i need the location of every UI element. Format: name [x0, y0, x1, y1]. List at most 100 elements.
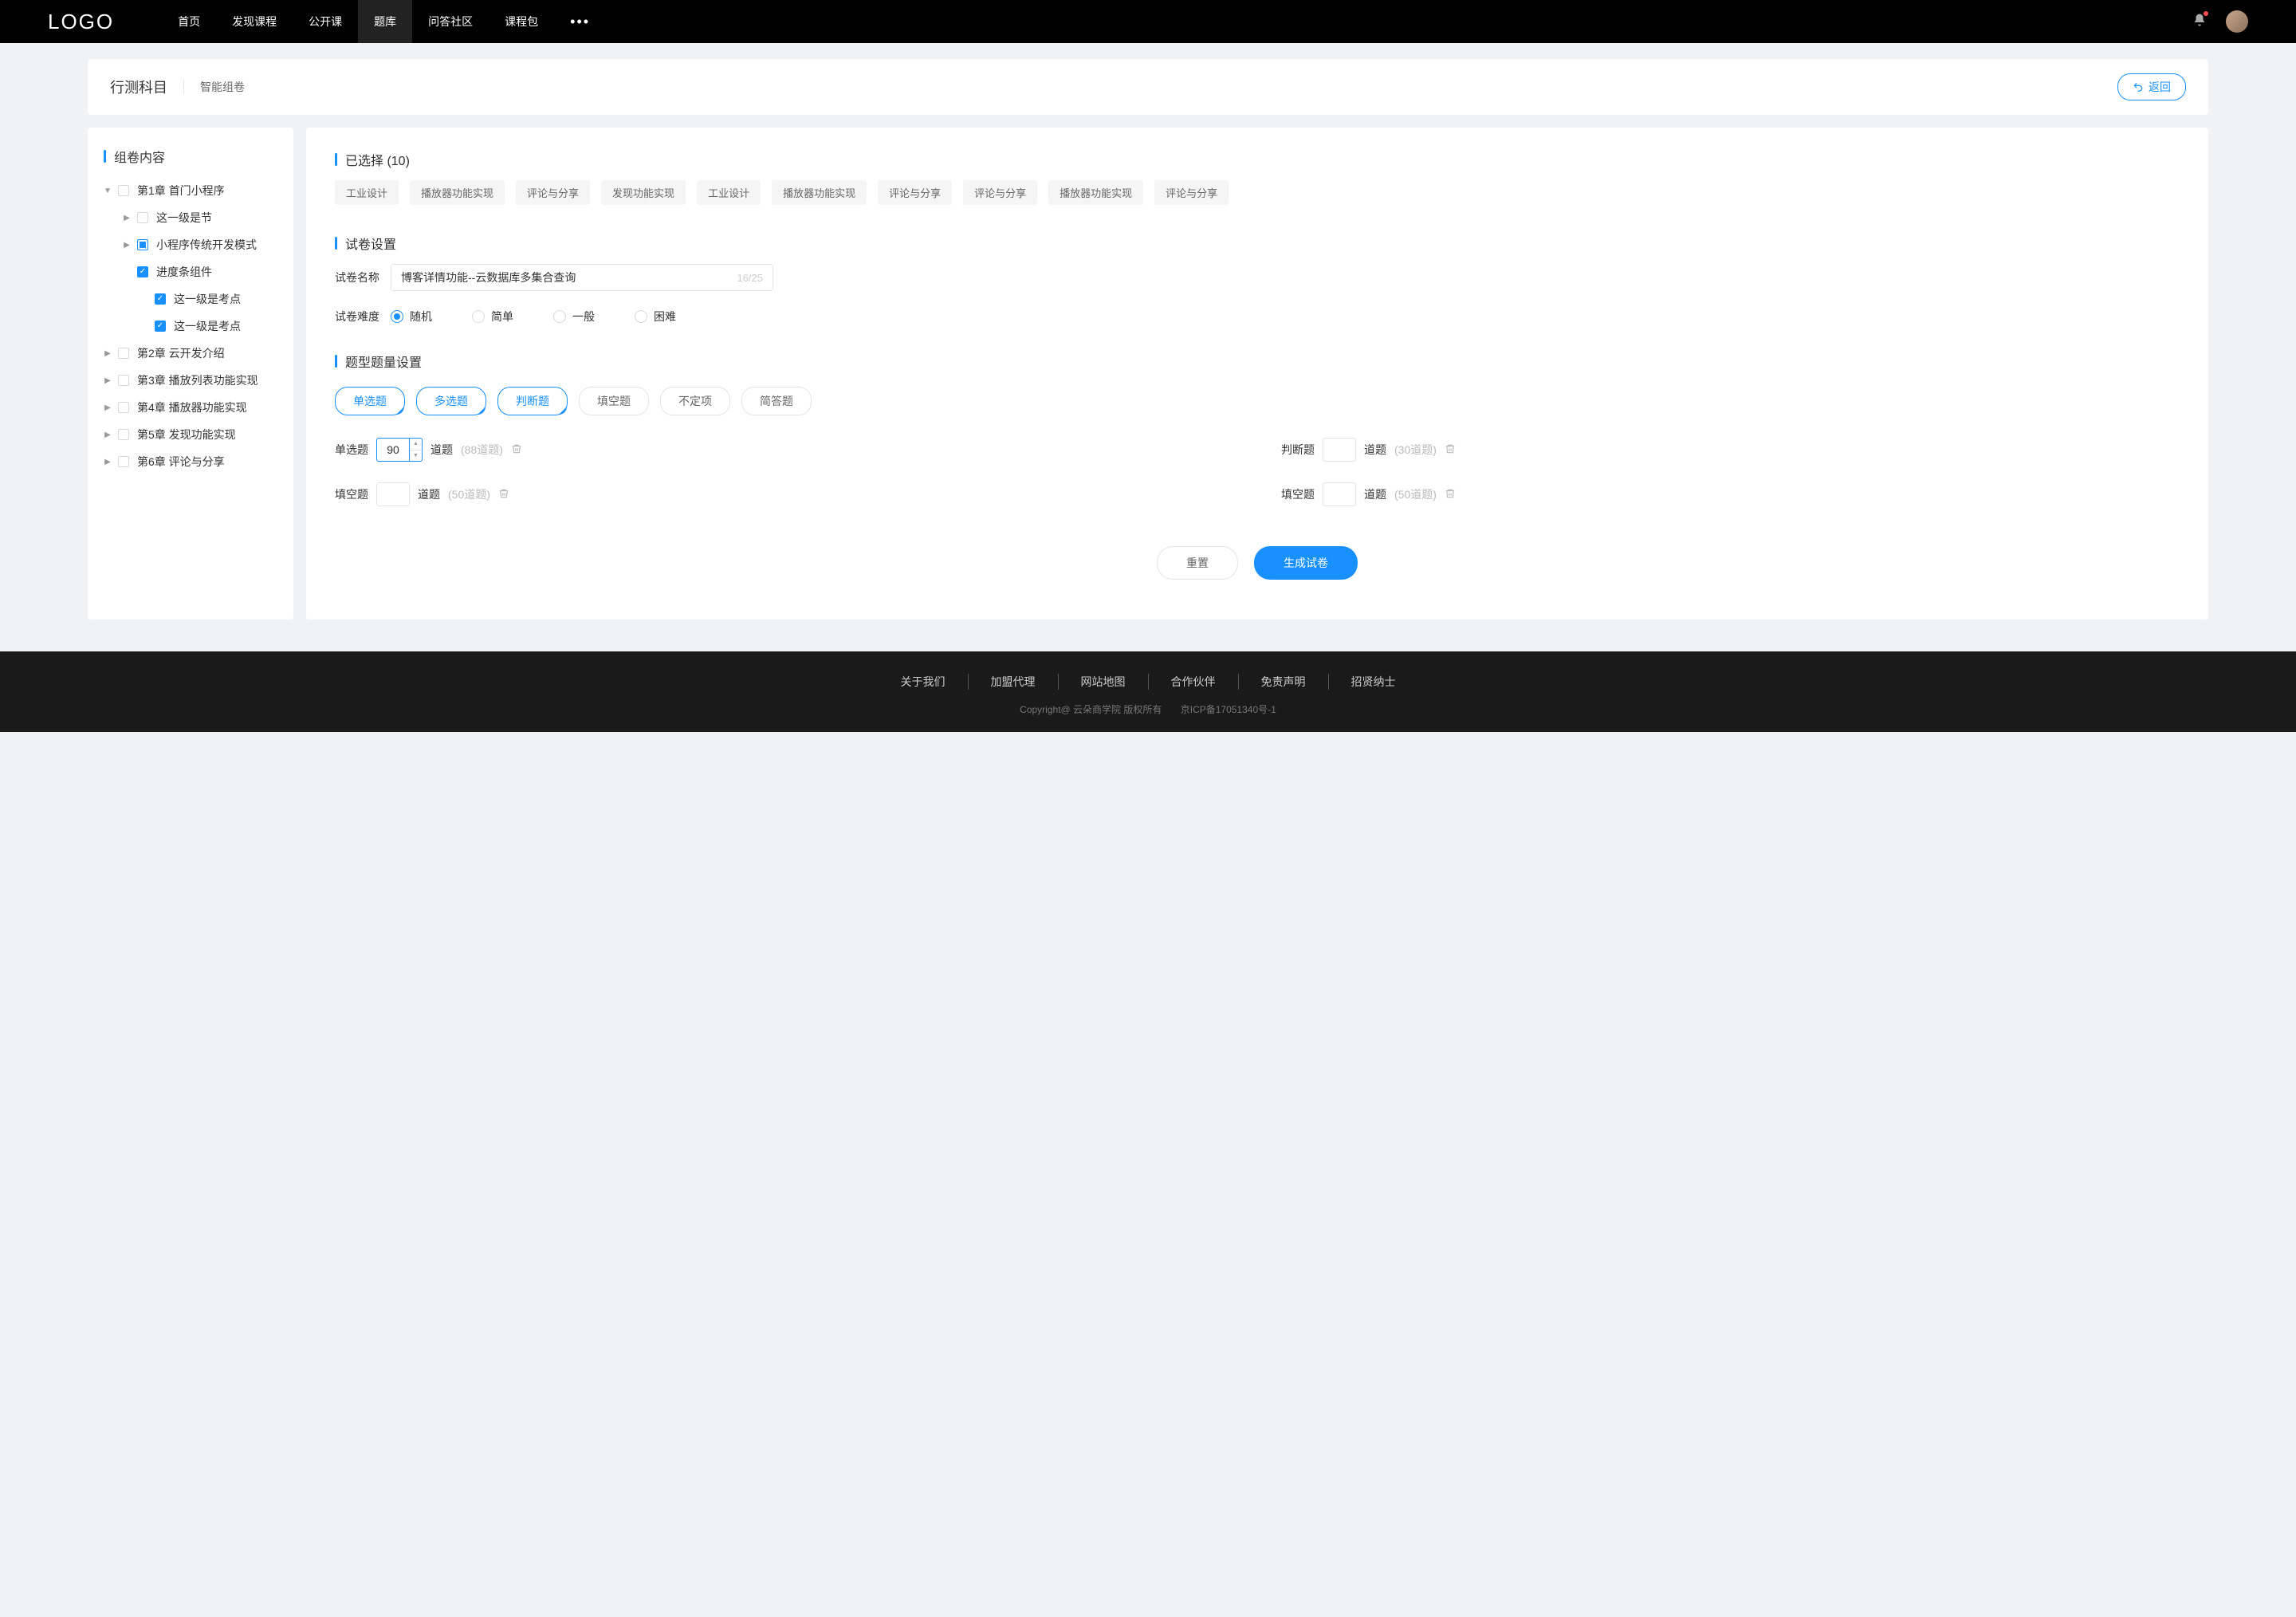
caret-right-icon: ▶ — [104, 376, 112, 385]
nav-item[interactable]: 发现课程 — [216, 0, 293, 43]
tree-node[interactable]: 这一级是考点 — [104, 313, 277, 340]
nav: 首页发现课程公开课题库问答社区课程包 — [162, 0, 554, 43]
footer-link[interactable]: 免责声明 — [1239, 674, 1329, 690]
checkbox[interactable] — [118, 402, 129, 413]
page-title: 行测科目 — [110, 77, 167, 97]
qty-input[interactable] — [1323, 482, 1356, 506]
tree-node[interactable]: 进度条组件 — [104, 258, 277, 285]
spinner-up-icon[interactable]: ▲ — [410, 439, 422, 450]
footer-link[interactable]: 网站地图 — [1059, 674, 1149, 690]
tree-node[interactable]: 这一级是考点 — [104, 285, 277, 313]
reset-button[interactable]: 重置 — [1157, 546, 1238, 580]
tree-label: 第5章 发现功能实现 — [137, 427, 236, 443]
selected-tag[interactable]: 播放器功能实现 — [772, 180, 867, 205]
qty-input[interactable] — [1323, 438, 1356, 462]
checkbox[interactable] — [137, 239, 148, 250]
paper-name-input[interactable] — [401, 271, 737, 284]
checkbox[interactable] — [155, 321, 166, 332]
footer-links: 关于我们加盟代理网站地图合作伙伴免责声明招贤纳士 — [0, 674, 2296, 690]
divider — [183, 80, 184, 94]
checkbox[interactable] — [118, 375, 129, 386]
checkbox[interactable] — [118, 429, 129, 440]
quantity-grid: 单选题▲▼道题(88道题)判断题道题(30道题)填空题道题(50道题)填空题道题… — [335, 438, 2180, 506]
generate-button[interactable]: 生成试卷 — [1254, 546, 1358, 580]
caret-right-icon: ▶ — [123, 241, 131, 250]
footer-icp: 京ICP备17051340号-1 — [1181, 704, 1276, 715]
difficulty-radio[interactable]: 一般 — [553, 309, 595, 325]
back-label: 返回 — [2149, 79, 2171, 95]
checkbox[interactable] — [155, 293, 166, 305]
quantity-row: 单选题▲▼道题(88道题) — [335, 438, 1233, 462]
type-pill[interactable]: 判断题 — [497, 387, 568, 415]
delete-icon[interactable] — [511, 443, 522, 457]
type-pill[interactable]: 简答题 — [741, 387, 812, 415]
type-pill[interactable]: 单选题 — [335, 387, 405, 415]
selected-tag[interactable]: 评论与分享 — [878, 180, 952, 205]
tree-node[interactable]: ▶第6章 评论与分享 — [104, 448, 277, 475]
tree-node[interactable]: ▶第2章 云开发介绍 — [104, 340, 277, 367]
notification-bell-icon[interactable] — [2192, 13, 2207, 31]
type-pill[interactable]: 多选题 — [416, 387, 486, 415]
checkbox[interactable] — [118, 348, 129, 359]
checkbox[interactable] — [118, 185, 129, 196]
caret-down-icon: ▼ — [104, 187, 112, 195]
delete-icon[interactable] — [1445, 488, 1456, 502]
selected-tag[interactable]: 工业设计 — [697, 180, 761, 205]
type-pill[interactable]: 填空题 — [579, 387, 649, 415]
tree-node[interactable]: ▶第3章 播放列表功能实现 — [104, 367, 277, 394]
selected-tag[interactable]: 工业设计 — [335, 180, 399, 205]
delete-icon[interactable] — [1445, 443, 1456, 457]
selected-tag[interactable]: 评论与分享 — [516, 180, 590, 205]
footer-link[interactable]: 合作伙伴 — [1149, 674, 1239, 690]
qty-input[interactable] — [376, 438, 410, 462]
footer-link[interactable]: 关于我们 — [879, 674, 969, 690]
types-title: 题型题量设置 — [345, 352, 422, 371]
selected-tag[interactable]: 评论与分享 — [1154, 180, 1229, 205]
selected-tag[interactable]: 评论与分享 — [963, 180, 1037, 205]
tree-label: 第4章 播放器功能实现 — [137, 399, 247, 415]
tree-node[interactable]: ▶第4章 播放器功能实现 — [104, 394, 277, 421]
nav-item[interactable]: 课程包 — [489, 0, 554, 43]
caret-right-icon: ▶ — [104, 349, 112, 358]
back-button[interactable]: 返回 — [2117, 73, 2186, 100]
qty-input[interactable] — [376, 482, 410, 506]
spinner-down-icon[interactable]: ▼ — [410, 450, 422, 462]
footer-link[interactable]: 加盟代理 — [969, 674, 1059, 690]
nav-item[interactable]: 题库 — [358, 0, 412, 43]
tree-node[interactable]: ▶这一级是节 — [104, 204, 277, 231]
selected-tag[interactable]: 播放器功能实现 — [1048, 180, 1143, 205]
type-pill[interactable]: 不定项 — [660, 387, 730, 415]
difficulty-radio-group: 随机 简单 一般 困难 — [391, 309, 676, 325]
footer-link[interactable]: 招贤纳士 — [1329, 674, 1418, 690]
section-accent — [335, 237, 337, 250]
nav-item[interactable]: 首页 — [162, 0, 216, 43]
tree-node[interactable]: ▼第1章 首门小程序 — [104, 177, 277, 204]
notification-dot — [2204, 11, 2208, 16]
tree-node[interactable]: ▶第5章 发现功能实现 — [104, 421, 277, 448]
checkbox[interactable] — [118, 456, 129, 467]
char-count: 16/25 — [737, 272, 763, 284]
selected-tag[interactable]: 发现功能实现 — [601, 180, 686, 205]
nav-more-icon[interactable]: ••• — [554, 14, 606, 30]
tree-label: 小程序传统开发模式 — [156, 237, 257, 253]
difficulty-radio[interactable]: 随机 — [391, 309, 432, 325]
nav-item[interactable]: 问答社区 — [412, 0, 489, 43]
difficulty-radio[interactable]: 困难 — [635, 309, 676, 325]
selected-tag[interactable]: 播放器功能实现 — [410, 180, 505, 205]
delete-icon[interactable] — [498, 488, 509, 502]
checkbox[interactable] — [137, 212, 148, 223]
qty-unit: 道题 — [418, 486, 440, 502]
user-avatar[interactable] — [2226, 10, 2248, 33]
paper-name-input-wrap[interactable]: 16/25 — [391, 264, 773, 291]
difficulty-radio[interactable]: 简单 — [472, 309, 513, 325]
tree-label: 进度条组件 — [156, 264, 212, 280]
tree-label: 这一级是考点 — [174, 291, 241, 307]
radio-icon — [553, 310, 566, 323]
checkbox[interactable] — [137, 266, 148, 277]
radio-icon — [391, 310, 403, 323]
section-accent — [335, 153, 337, 166]
tree-node[interactable]: ▶ 小程序传统开发模式 — [104, 231, 277, 258]
nav-item[interactable]: 公开课 — [293, 0, 358, 43]
settings-title: 试卷设置 — [345, 234, 396, 253]
qty-unit: 道题 — [431, 442, 453, 458]
